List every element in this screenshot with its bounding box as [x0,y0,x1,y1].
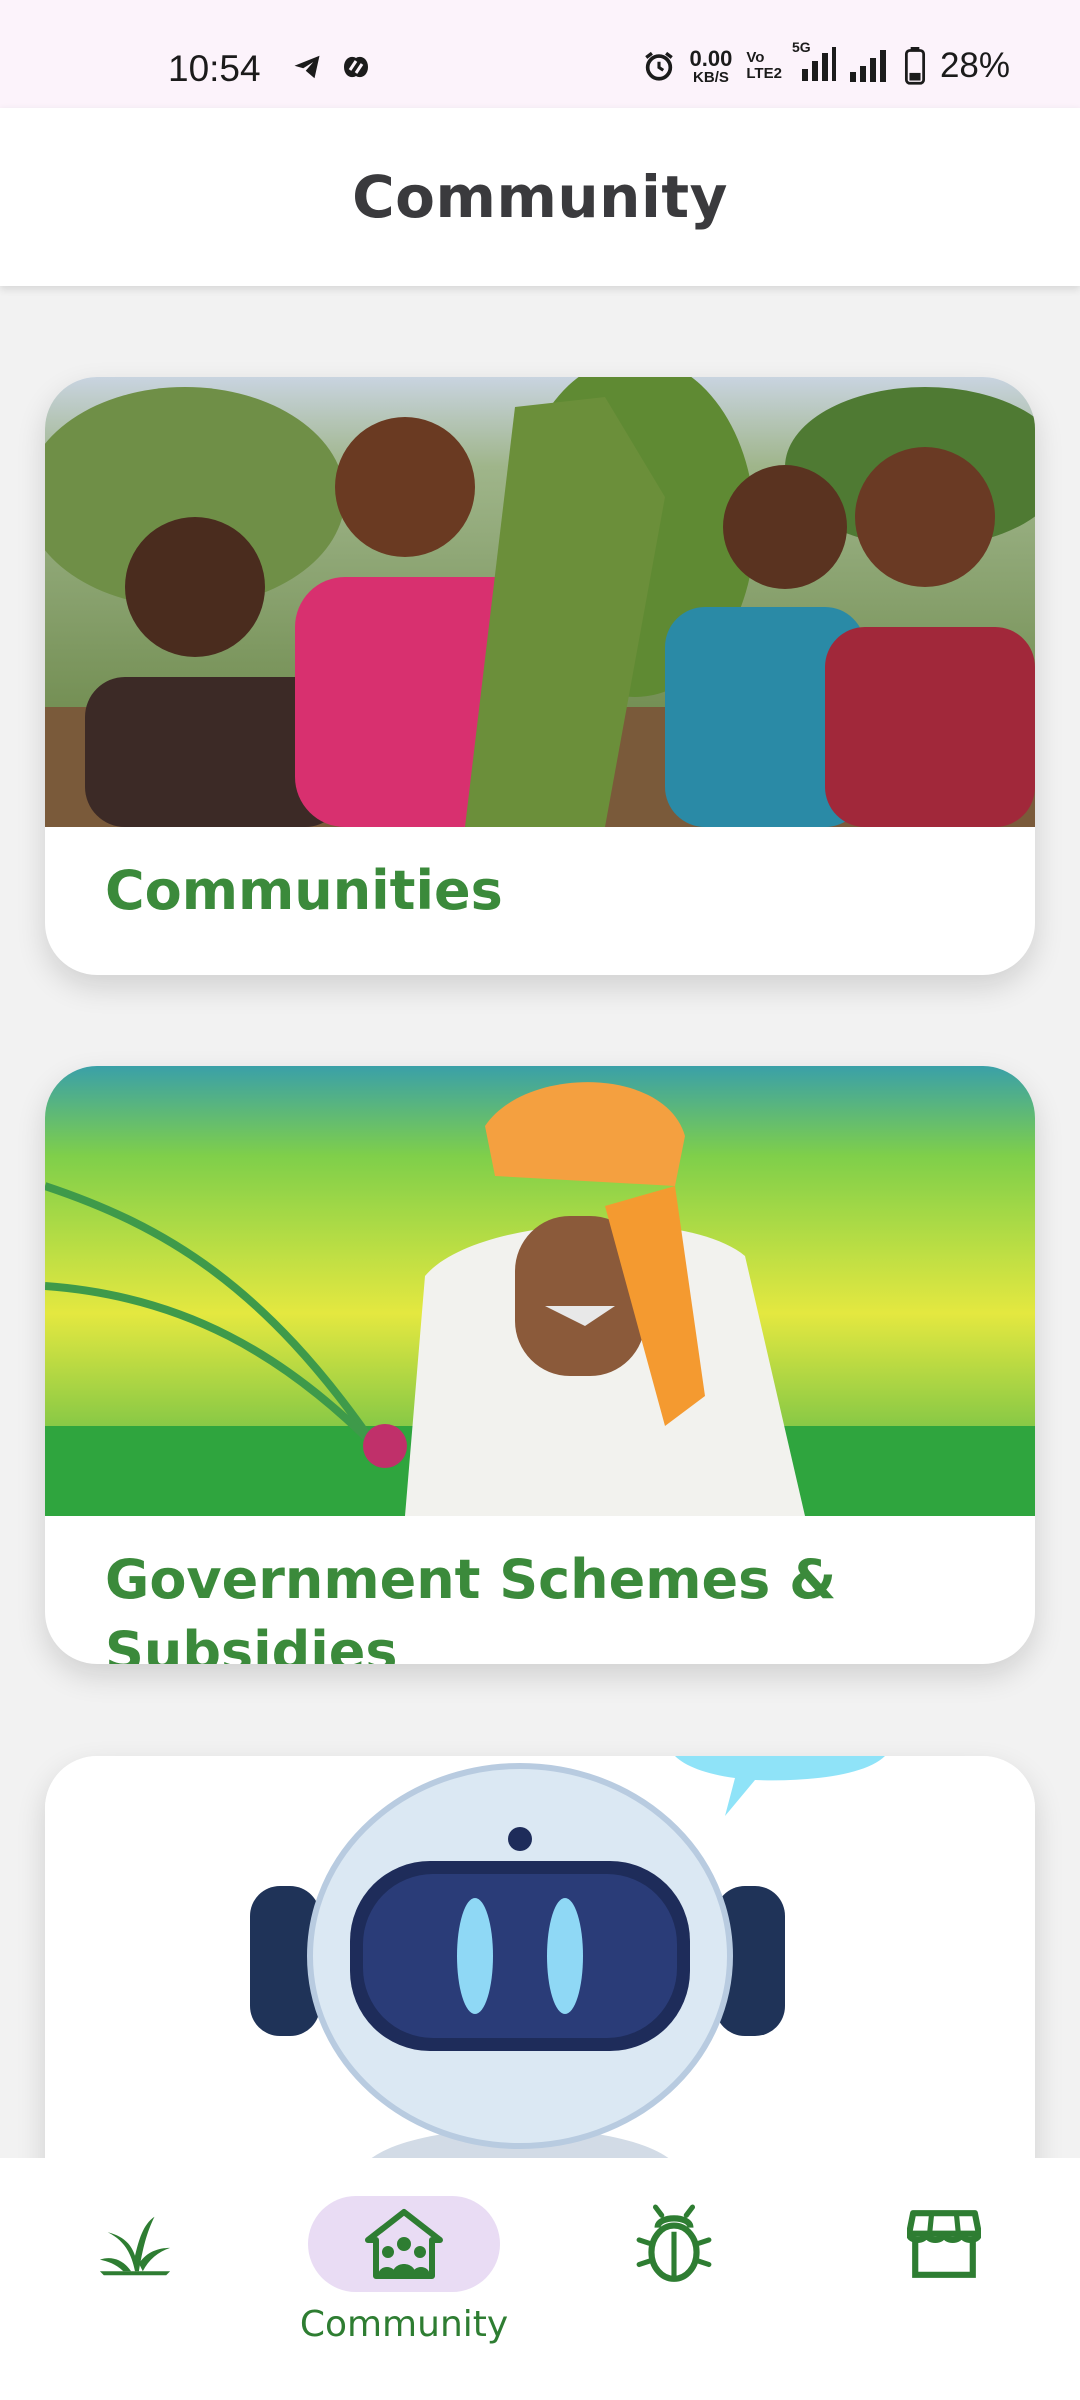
farmer-with-onions-photo [45,1066,1035,1516]
communities-card[interactable]: Communities [45,377,1035,975]
crop-sprout-icon [99,2216,171,2276]
nav-label: Community [299,2304,509,2345]
ai-assistant-card[interactable] [45,1756,1035,2216]
community-house-icon [365,2209,443,2279]
nav-store[interactable] [848,2158,1040,2400]
store-icon [907,2210,981,2278]
signal-5g-icon: 5G [792,39,836,85]
status-time: 10:54 [168,48,261,89]
card-label: Government Schemes & Subsidies [105,1548,837,1664]
volte-indicator: Vo LTE2 [746,49,782,82]
bottom-navigation: Community [0,2158,1080,2400]
battery-icon [904,47,925,85]
app-header: Community [0,108,1080,286]
signal-icon [849,50,886,82]
nav-crops[interactable] [39,2158,231,2400]
net-speed: 0.00 KB/S [689,45,733,86]
alarm-icon [644,51,673,81]
robot-assistant-illustration [45,1756,1035,2216]
telegram-icon [294,55,320,79]
status-bar: 10:54 0.00 KB/S Vo LTE2 5G 28% [0,0,1080,108]
nav-community[interactable]: Community [300,2158,508,2400]
page-title: Community [352,163,728,231]
government-schemes-card[interactable]: Government Schemes & Subsidies [45,1066,1035,1664]
app-notification-icon [344,56,368,78]
bug-icon [636,2204,712,2282]
women-farmers-photo [45,377,1035,827]
card-label: Communities [105,859,503,922]
battery-percent: 28% [939,46,1010,85]
nav-pests[interactable] [578,2158,770,2400]
